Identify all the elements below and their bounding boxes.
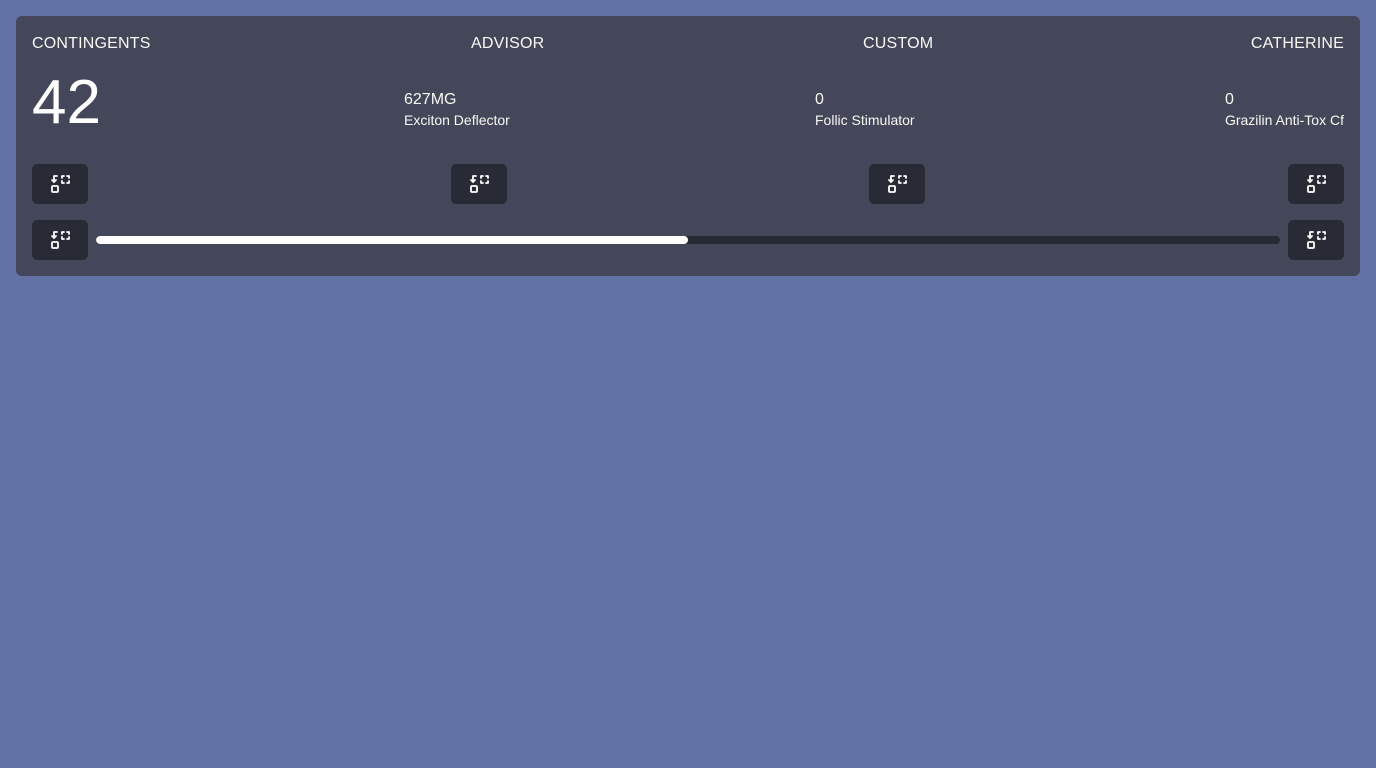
stat-label: Follic Stimulator (815, 112, 915, 128)
swap-placeholder-icon (1307, 231, 1326, 249)
progress-fill (96, 236, 688, 244)
swap-placeholder-icon (51, 175, 70, 193)
swap-placeholder-icon (888, 175, 907, 193)
stat-advisor: 627MG Exciton Deflector (404, 90, 510, 129)
header-catherine: CATHERINE (1250, 35, 1344, 52)
swap-placeholder-icon (470, 175, 489, 193)
stat-label: Exciton Deflector (404, 112, 510, 128)
swap-button-progress-right[interactable] (1288, 220, 1344, 260)
swap-button-custom[interactable] (869, 164, 925, 204)
status-card: CONTINGENTS ADVISOR CUSTOM CATHERINE 42 … (16, 16, 1360, 276)
swap-button-progress-left[interactable] (32, 220, 88, 260)
progress-bar[interactable] (96, 236, 1280, 244)
header-custom: CUSTOM (863, 35, 934, 52)
stat-value: 627MG (404, 91, 457, 108)
stat-catherine: 0 Grazilin Anti-Tox Cf (1225, 90, 1344, 129)
stat-custom: 0 Follic Stimulator (815, 90, 915, 129)
stat-value: 0 (1224, 91, 1234, 108)
swap-button-catherine[interactable] (1288, 164, 1344, 204)
swap-placeholder-icon (51, 231, 70, 249)
stat-label: Grazilin Anti-Tox Cf (1224, 112, 1344, 128)
stat-value: 0 (815, 91, 824, 108)
swap-placeholder-icon (1307, 175, 1326, 193)
contingents-count: 42 (32, 68, 101, 137)
header-contingents: CONTINGENTS (32, 35, 151, 52)
header-advisor: ADVISOR (471, 35, 545, 52)
swap-button-advisor[interactable] (451, 164, 507, 204)
swap-button-contingents[interactable] (32, 164, 88, 204)
